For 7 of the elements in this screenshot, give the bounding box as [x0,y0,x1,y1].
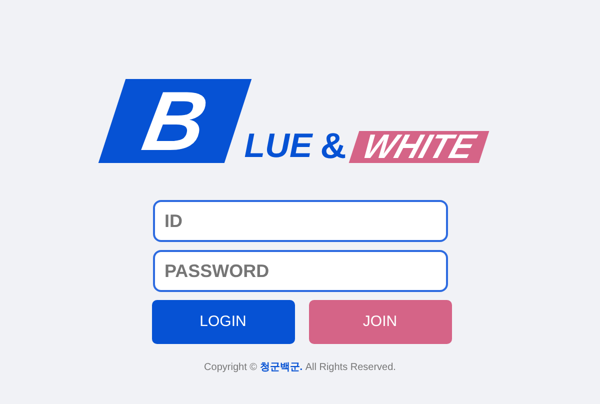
login-button[interactable]: LOGIN [152,300,294,344]
logo-ampersand: & [320,129,346,163]
logo-word: WHITE [349,131,489,163]
password-field[interactable]: PASSWORD [152,250,448,292]
copyright-text: Copyright © 청군백군. All Rights Reserved. [204,361,396,375]
id-field[interactable]: ID [152,200,448,242]
join-button[interactable]: JOIN [308,300,452,344]
